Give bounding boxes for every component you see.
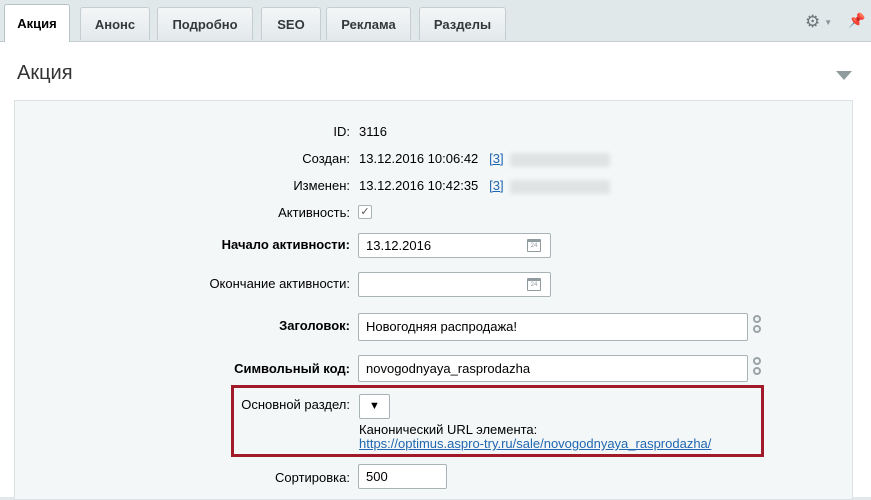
active-label: Активность: — [278, 205, 350, 220]
code-input[interactable]: novogodnyaya_rasprodazha — [358, 355, 748, 382]
name-label: Заголовок: — [279, 318, 350, 333]
canonical-url-link[interactable]: https://optimus.aspro-try.ru/sale/novogo… — [359, 436, 711, 451]
modified-label: Изменен: — [293, 178, 350, 193]
created-value: 13.12.2016 10:06:42 — [359, 151, 479, 166]
blurred-username — [509, 179, 610, 194]
code-label: Символьный код: — [234, 361, 350, 376]
modified-user-link[interactable]: [3] — [489, 178, 503, 193]
sort-input[interactable]: 500 — [358, 464, 447, 489]
created-row: 13.12.2016 10:06:42 [3] — [359, 151, 610, 167]
section-label: Основной раздел: — [241, 397, 350, 412]
active-to-label: Окончание активности: — [209, 276, 350, 291]
sort-label: Сортировка: — [275, 470, 350, 485]
modified-value: 13.12.2016 10:42:35 — [359, 178, 479, 193]
active-from-input[interactable]: 13.12.2016 — [358, 233, 551, 258]
id-value: 3116 — [359, 124, 387, 139]
created-user-link[interactable]: [3] — [489, 151, 503, 166]
active-to-input[interactable] — [358, 272, 551, 297]
name-input[interactable]: Новогодняя распродажа! — [358, 313, 748, 341]
section-select[interactable]: ▼ — [359, 394, 390, 419]
blurred-username — [509, 152, 610, 167]
calendar-icon[interactable]: 24 — [527, 239, 541, 252]
chain-icon[interactable] — [752, 356, 762, 378]
id-label: ID: — [333, 124, 350, 139]
active-from-label: Начало активности: — [221, 237, 350, 252]
chain-icon[interactable] — [752, 314, 762, 336]
created-label: Создан: — [302, 151, 350, 166]
calendar-icon[interactable]: 24 — [527, 278, 541, 291]
active-checkbox[interactable]: ✓ — [358, 205, 372, 219]
modified-row: 13.12.2016 10:42:35 [3] — [359, 178, 610, 194]
canonical-url-label: Канонический URL элемента: — [359, 422, 538, 437]
